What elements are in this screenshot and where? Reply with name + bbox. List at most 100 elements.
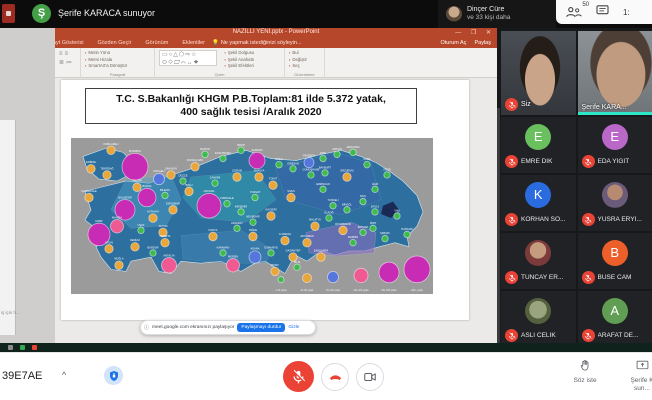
province-marker <box>249 152 265 168</box>
raise-hand-button[interactable]: Söz iste <box>562 359 608 384</box>
province-marker <box>197 193 221 218</box>
province-marker <box>334 151 340 158</box>
mic-muted-icon <box>505 98 518 111</box>
participant-tile[interactable]: YUSRA ERYI... <box>578 175 652 231</box>
province-label: AMASYA <box>254 168 265 172</box>
province-label: ÇORUM <box>232 168 242 172</box>
ribbon-group-drawing: ▭○△⬠⇨☆⬭◇▱⌒↔✦ Şekil DolgusuŞekil Anahattı… <box>155 48 285 78</box>
ribbon-command[interactable]: Seç <box>289 63 320 70</box>
province-marker <box>150 250 156 257</box>
province-label: ÇANAKKALE <box>81 189 97 193</box>
province-marker <box>209 232 217 241</box>
province-marker <box>227 259 240 272</box>
province-marker <box>317 253 325 262</box>
ribbon-command[interactable]: Şekil Efektleri <box>224 63 254 70</box>
participant-name-label: KORHAN SO... <box>521 216 565 223</box>
tellme-box[interactable]: Ne yapmak istediğinizi söyleyin... <box>221 40 302 46</box>
province-marker <box>224 200 230 207</box>
participant-tile[interactable]: EEDA YIGIT <box>578 117 652 173</box>
participant-tile[interactable]: TUNCAY ER... <box>501 233 576 289</box>
participant-tile[interactable]: KKORHAN SO... <box>501 175 576 231</box>
province-label: HATAY <box>271 263 279 267</box>
ribbon-command[interactable]: Şekil Dolgusu <box>224 50 254 57</box>
mic-mute-button[interactable] <box>283 361 314 392</box>
legend-label: 201-300 yatak <box>381 289 397 292</box>
tab-addins[interactable]: Eklentiler <box>175 40 212 46</box>
tab-slide-show[interactable]: Slayt Gösterisi <box>55 40 90 46</box>
tab-review[interactable]: Gözden Geçir <box>90 40 138 46</box>
tab-view[interactable]: Görünüm <box>138 40 175 46</box>
participant-tile[interactable]: B BUSE CAM <box>578 233 652 289</box>
participant-photo-avatar <box>602 182 628 208</box>
leave-call-button[interactable] <box>321 363 349 391</box>
slide-canvas[interactable]: T.C. S.Bakanlığı KHGM P.B.Toplam:81 ilde… <box>61 80 469 320</box>
video-tile-speaker[interactable]: Şerife KARA... <box>578 31 652 115</box>
mic-muted-icon <box>582 213 595 226</box>
ribbon-command[interactable]: SmartArt'a Dönüştür <box>85 63 150 70</box>
participant-name-label: BUSE CAM <box>598 274 632 281</box>
province-marker <box>252 194 258 201</box>
taskbar-icon-2[interactable] <box>20 345 25 350</box>
browser-extension-icon[interactable] <box>2 4 15 23</box>
participant-initial-avatar: B <box>602 240 628 266</box>
sidebar-scrollbar[interactable] <box>497 108 500 343</box>
shape-gallery[interactable]: ▭○△⬠⇨☆⬭◇▱⌒↔✦ <box>159 50 217 66</box>
province-marker <box>249 251 261 263</box>
province-marker <box>249 232 257 241</box>
chat-icon[interactable] <box>596 3 609 21</box>
taskbar-icon-1[interactable] <box>8 345 13 350</box>
hide-link[interactable]: Gizle <box>288 325 299 330</box>
share-button[interactable]: Paylaş <box>474 40 491 46</box>
ribbon-spacer <box>325 48 497 78</box>
window-controls[interactable]: — ❐ ✕ <box>455 29 495 36</box>
video-tile-you[interactable]: Siz <box>501 31 576 115</box>
legend-label: 41-80 yatak <box>301 289 314 292</box>
stop-sharing-button[interactable]: Paylaşmayı durdur <box>237 323 285 332</box>
share-notification-text: meet.google.com ekranınızı paylaşıyor <box>152 325 234 330</box>
province-marker <box>167 171 175 180</box>
province-label: ÇANKIRI <box>210 176 221 180</box>
presenting-button[interactable]: Şerife K sun... <box>620 359 652 392</box>
security-shield-icon[interactable] <box>104 366 123 385</box>
participant-photo-avatar <box>525 298 551 324</box>
province-marker <box>384 172 390 179</box>
mic-muted-icon <box>582 271 595 284</box>
mic-muted-icon <box>582 329 595 342</box>
participant-tile[interactable]: ASLI CELIK <box>501 291 576 343</box>
taskbar-icon-3[interactable] <box>32 345 37 350</box>
province-label: ERZURUM <box>341 168 354 172</box>
province-marker <box>360 229 366 236</box>
province-marker <box>103 171 111 180</box>
mic-muted-icon <box>505 213 518 226</box>
province-label: MALATYA <box>309 218 321 222</box>
province-label: YALOVA <box>132 179 142 183</box>
slide-title-box[interactable]: T.C. S.Bakanlığı KHGM P.B.Toplam:81 ilde… <box>85 88 417 124</box>
province-label: VAN <box>394 208 399 212</box>
ribbon-group-editing: BulDeğiştirSeç Düzenleme <box>285 48 325 78</box>
slide-title-line2: 400 sağlık tesisi /Aralık 2020 <box>86 106 416 119</box>
participant-tile[interactable]: AARAFAT DE... <box>578 291 652 343</box>
province-marker <box>330 202 336 209</box>
province-marker <box>162 192 168 199</box>
province-marker <box>320 186 326 193</box>
province-label: BARTIN <box>200 147 210 151</box>
province-marker <box>320 155 326 162</box>
people-icon[interactable]: 50 <box>566 6 582 18</box>
participant-tile[interactable]: EEMRE DIK <box>501 117 576 173</box>
chevron-up-icon[interactable]: ^ <box>62 370 66 380</box>
camera-button[interactable] <box>356 363 384 391</box>
participants-pill[interactable]: Dinçer Cüre ve 33 kişi daha <box>438 0 556 28</box>
province-marker <box>107 146 115 155</box>
ribbon-group-paragraph: Metin YönüMetni HizalaSmartArt'a Dönüştü… <box>81 48 155 78</box>
province-marker <box>234 225 240 232</box>
signin-button[interactable]: Oturum Aç <box>441 40 467 46</box>
province-marker <box>185 187 193 196</box>
screen-share-notification: ⓘ meet.google.com ekranınızı paylaşıyor … <box>140 320 316 335</box>
raise-hand-label: Söz iste <box>562 377 608 384</box>
powerpoint-titlebar[interactable]: NAZİLLİ YENİ.pptx - PowerPoint — ❐ ✕ <box>55 28 497 38</box>
slide-title-line1: T.C. S.Bakanlığı KHGM P.B.Toplam:81 ilde… <box>86 93 416 106</box>
province-label: SAMSUN <box>251 148 262 152</box>
province-label: BURDUR <box>147 245 158 249</box>
speaker-name-label: Şerife KARA... <box>582 104 627 111</box>
province-marker <box>250 219 256 226</box>
